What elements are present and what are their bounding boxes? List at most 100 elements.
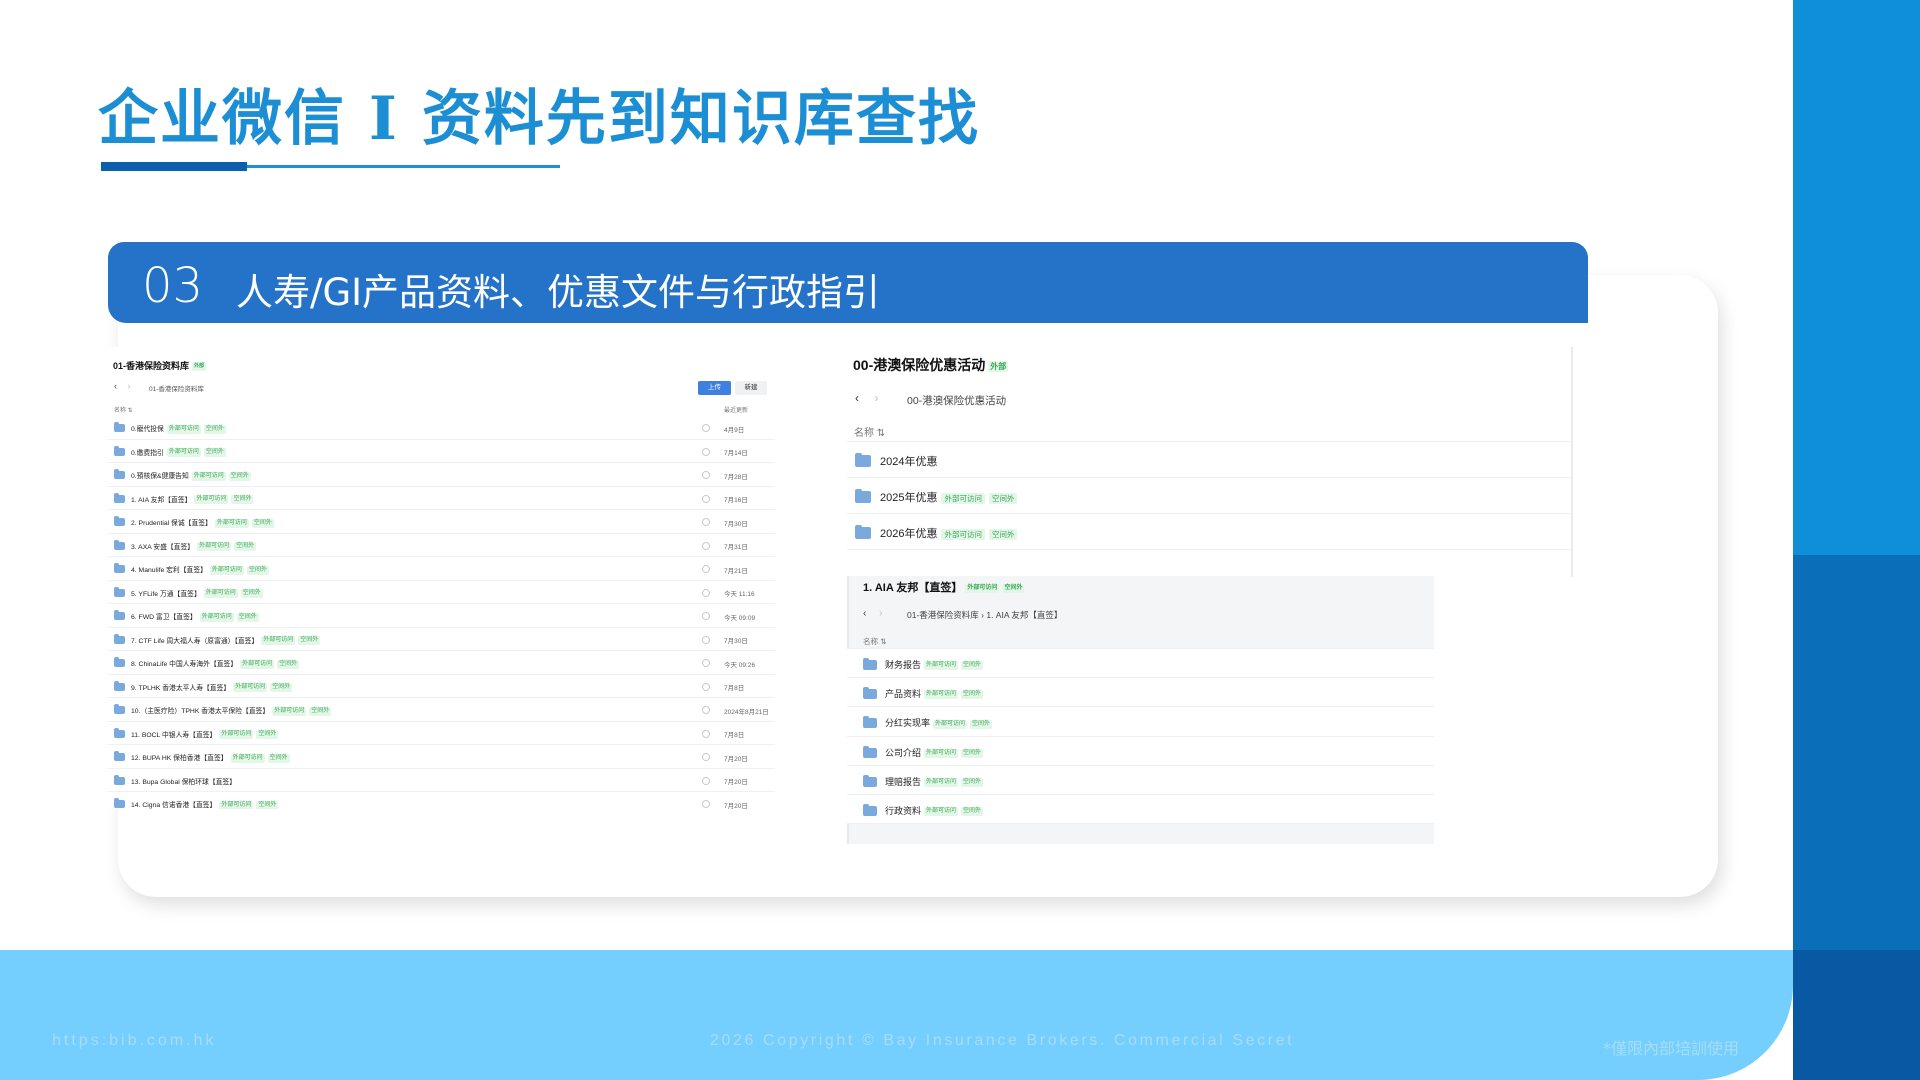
file-name[interactable]: 7. CTF Life 周大福人寿（原富通）【直签】 外部可访问 空间外 [131,635,321,646]
column-updated[interactable]: 最近更新 [724,405,748,414]
file-name[interactable]: 公司介绍 外部可访问 空间外 [885,746,984,759]
file-row[interactable]: 理赔报告 外部可访问 空间外 [847,766,1434,795]
upload-button[interactable]: 上传 [698,381,731,395]
file-row[interactable]: 2024年优惠 [847,442,1573,478]
status-circle-icon [702,706,710,714]
status-circle-icon [702,635,710,644]
file-name[interactable]: 2024年优惠 [880,453,937,469]
file-name[interactable]: 5. YFLife 万通【直签】 外部可访问 空间外 [131,588,263,599]
file-row[interactable]: 2025年优惠 外部可访问 空间外 [847,478,1573,514]
file-row[interactable]: 财务报告 外部可访问 空间外 [847,649,1434,679]
file-row[interactable]: 3. AXA 安盛【直签】 外部可访问 空间外 7月31日 [108,534,775,557]
file-name-text: 3. AXA 安盛【直签】 [131,543,195,551]
file-name-text: 行政资料 [885,805,922,816]
forward-arrow-icon[interactable]: › [879,608,882,619]
file-name[interactable]: 0.缴费指引 外部可访问 空间外 [131,447,226,458]
file-name[interactable]: 产品资料 外部可访问 空间外 [885,687,984,700]
column-name[interactable]: 名称 ⇅ [854,424,885,439]
file-name[interactable]: 0.預核保&健康告知 外部可访问 空间外 [131,470,251,481]
file-name[interactable]: 理赔报告 外部可访问 空间外 [885,775,984,788]
access-tag: 空间外 [256,730,279,740]
folder-icon [114,445,125,456]
file-name[interactable]: 2. Prudential 保诚【直签】 外部可访问 空间外 [131,517,274,528]
access-tag: 外部可访问 [933,719,968,729]
column-name[interactable]: 名称 ⇅ [114,408,133,414]
file-name[interactable]: 分红实现率 外部可访问 空间外 [885,716,993,729]
nav-arrows: ‹ › [114,381,131,391]
back-arrow-icon[interactable]: ‹ [855,391,859,405]
file-name[interactable]: 1. AIA 友邦【直签】 外部可访问 空间外 [131,494,254,505]
folder-icon [114,704,125,714]
file-name[interactable]: 0.寵代投保 外部可访问 空间外 [131,423,226,434]
file-row[interactable]: 10.（主医疗险）TPHK 香港太平保险【直签】 外部可访问 空间外 2024年8月2… [108,698,775,722]
file-name[interactable]: 6. FWD 富卫【直签】 外部可访问 空间外 [131,611,259,622]
folder-icon [863,687,877,700]
file-row[interactable]: 6. FWD 富卫【直签】 外部可访问 空间外 今天 09:09 [108,604,775,628]
panel-edge [1571,347,1573,577]
file-name[interactable]: 14. Cigna 信诺香港【直签】 外部可访问 空间外 [131,799,279,809]
file-name[interactable]: 12. BUPA HK 保柏香港【直签】 外部可访问 空间外 [131,752,290,763]
updated-date: 7月30日 [724,520,748,528]
file-row[interactable]: 4. Manulife 宏利【直签】 外部可访问 空间外 7月21日 [108,557,775,581]
breadcrumb[interactable]: 01-香港保险资料库 › 1. AIA 友邦【直签】 [907,609,1062,621]
updated-date: 7月30日 [724,638,748,645]
file-name-text: 分红实现率 [885,718,931,729]
access-tag: 空间外 [228,471,251,481]
file-row[interactable]: 分红实现率 外部可访问 空间外 [847,707,1434,737]
file-name[interactable]: 3. AXA 安盛【直签】 外部可访问 空间外 [131,541,257,552]
file-name[interactable]: 11. BOCL 中银人寿【直签】 外部可访问 空间外 [131,729,279,740]
file-name[interactable]: 2025年优惠 外部可访问 空间外 [880,489,1018,505]
file-row[interactable]: 1. AIA 友邦【直签】 外部可访问 空间外 7月16日 [108,487,775,510]
file-row[interactable]: 2026年优惠 外部可访问 空间外 [847,514,1573,550]
file-name[interactable]: 2026年优惠 外部可访问 空间外 [880,525,1018,541]
access-tag: 空间外 [234,542,257,552]
file-row[interactable]: 公司介绍 外部可访问 空间外 [847,737,1434,766]
access-tag: 空间外 [961,748,984,758]
access-tag: 外部可访问 [272,706,307,716]
file-name[interactable]: 8. ChinaLife 中国人寿海外【直签】 外部可访问 空间外 [131,658,300,669]
panel-title: 1. AIA 友邦【直签】 外部可访问 空间外 [863,579,1025,595]
updated-date: 7月14日 [724,450,748,457]
file-row[interactable]: 8. ChinaLife 中国人寿海外【直签】 外部可访问 空间外 今天 09:26 [108,651,775,675]
file-name-text: 2026年优惠 [880,528,938,540]
file-row[interactable]: 12. BUPA HK 保柏香港【直签】 外部可访问 空间外 7月20日 [108,745,775,769]
footer-url[interactable]: https:bib.com.hk [52,1032,217,1050]
file-row[interactable]: 13. Bupa Global 保柏环球【直签】 7月20日 [108,769,775,792]
file-name[interactable]: 9. TPLHK 香港太平人寿【直签】 外部可访问 空间外 [131,682,293,693]
panel-title: 01-香港保险资料库 外部 [113,359,207,372]
access-tag: 空间外 [240,589,263,599]
file-name[interactable]: 10.（主医疗险）TPHK 香港太平保险【直签】 外部可访问 空间外 [131,705,332,716]
file-name[interactable]: 行政资料 外部可访问 空间外 [885,804,984,817]
file-row[interactable]: 0.缴费指引 外部可访问 空间外 7月14日 [108,440,775,463]
file-name[interactable]: 13. Bupa Global 保柏环球【直签】 [131,776,236,786]
column-name[interactable]: 名称 ⇅ [863,636,886,647]
file-row[interactable]: 9. TPLHK 香港太平人寿【直签】 外部可访问 空间外 7月8日 [108,675,775,698]
forward-arrow-icon[interactable]: › [128,381,131,391]
file-row[interactable]: 行政资料 外部可访问 空间外 [847,795,1434,825]
status-circle-icon [702,612,710,620]
folder-icon [863,803,877,816]
status-circle-icon [702,565,710,573]
new-button[interactable]: 新建 [735,381,767,395]
back-arrow-icon[interactable]: ‹ [114,381,117,391]
forward-arrow-icon[interactable]: › [874,391,878,405]
file-name[interactable]: 4. Manulife 宏利【直签】 外部可访问 空间外 [131,564,269,575]
file-row[interactable]: 5. YFLife 万通【直签】 外部可访问 空间外 今天 11:16 [108,581,775,604]
file-name-text: 11. BOCL 中银人寿【直签】 [131,731,217,739]
file-row[interactable]: 产品资料 外部可访问 空间外 [847,678,1434,708]
panel-title-tag: 外部可访问 [965,583,1000,593]
access-tag: 外部可访问 [197,542,232,552]
file-row[interactable]: 11. BOCL 中银人寿【直签】 外部可访问 空间外 7月8日 [108,722,775,745]
breadcrumb[interactable]: 01-香港保险资料库 [149,383,204,393]
access-tag: 外部可访问 [219,800,254,809]
file-name[interactable]: 财务报告 外部可访问 空间外 [885,658,984,671]
back-arrow-icon[interactable]: ‹ [863,608,866,619]
file-row[interactable]: 0.寵代投保 外部可访问 空间外 4月9日 [108,416,775,440]
file-row[interactable]: 0.預核保&健康告知 外部可访问 空间外 7月28日 [108,463,775,487]
file-row[interactable]: 7. CTF Life 周大福人寿（原富通）【直签】 外部可访问 空间外 7月30日 [108,628,775,651]
file-row[interactable]: 14. Cigna 信诺香港【直签】 外部可访问 空间外 7月20日 [108,792,775,809]
breadcrumb[interactable]: 00-港澳保险优惠活动 [907,393,1006,408]
access-tag: 外部可访问 [240,659,275,669]
file-row[interactable]: 2. Prudential 保诚【直签】 外部可访问 空间外 7月30日 [108,510,775,534]
folder-icon [114,422,125,432]
